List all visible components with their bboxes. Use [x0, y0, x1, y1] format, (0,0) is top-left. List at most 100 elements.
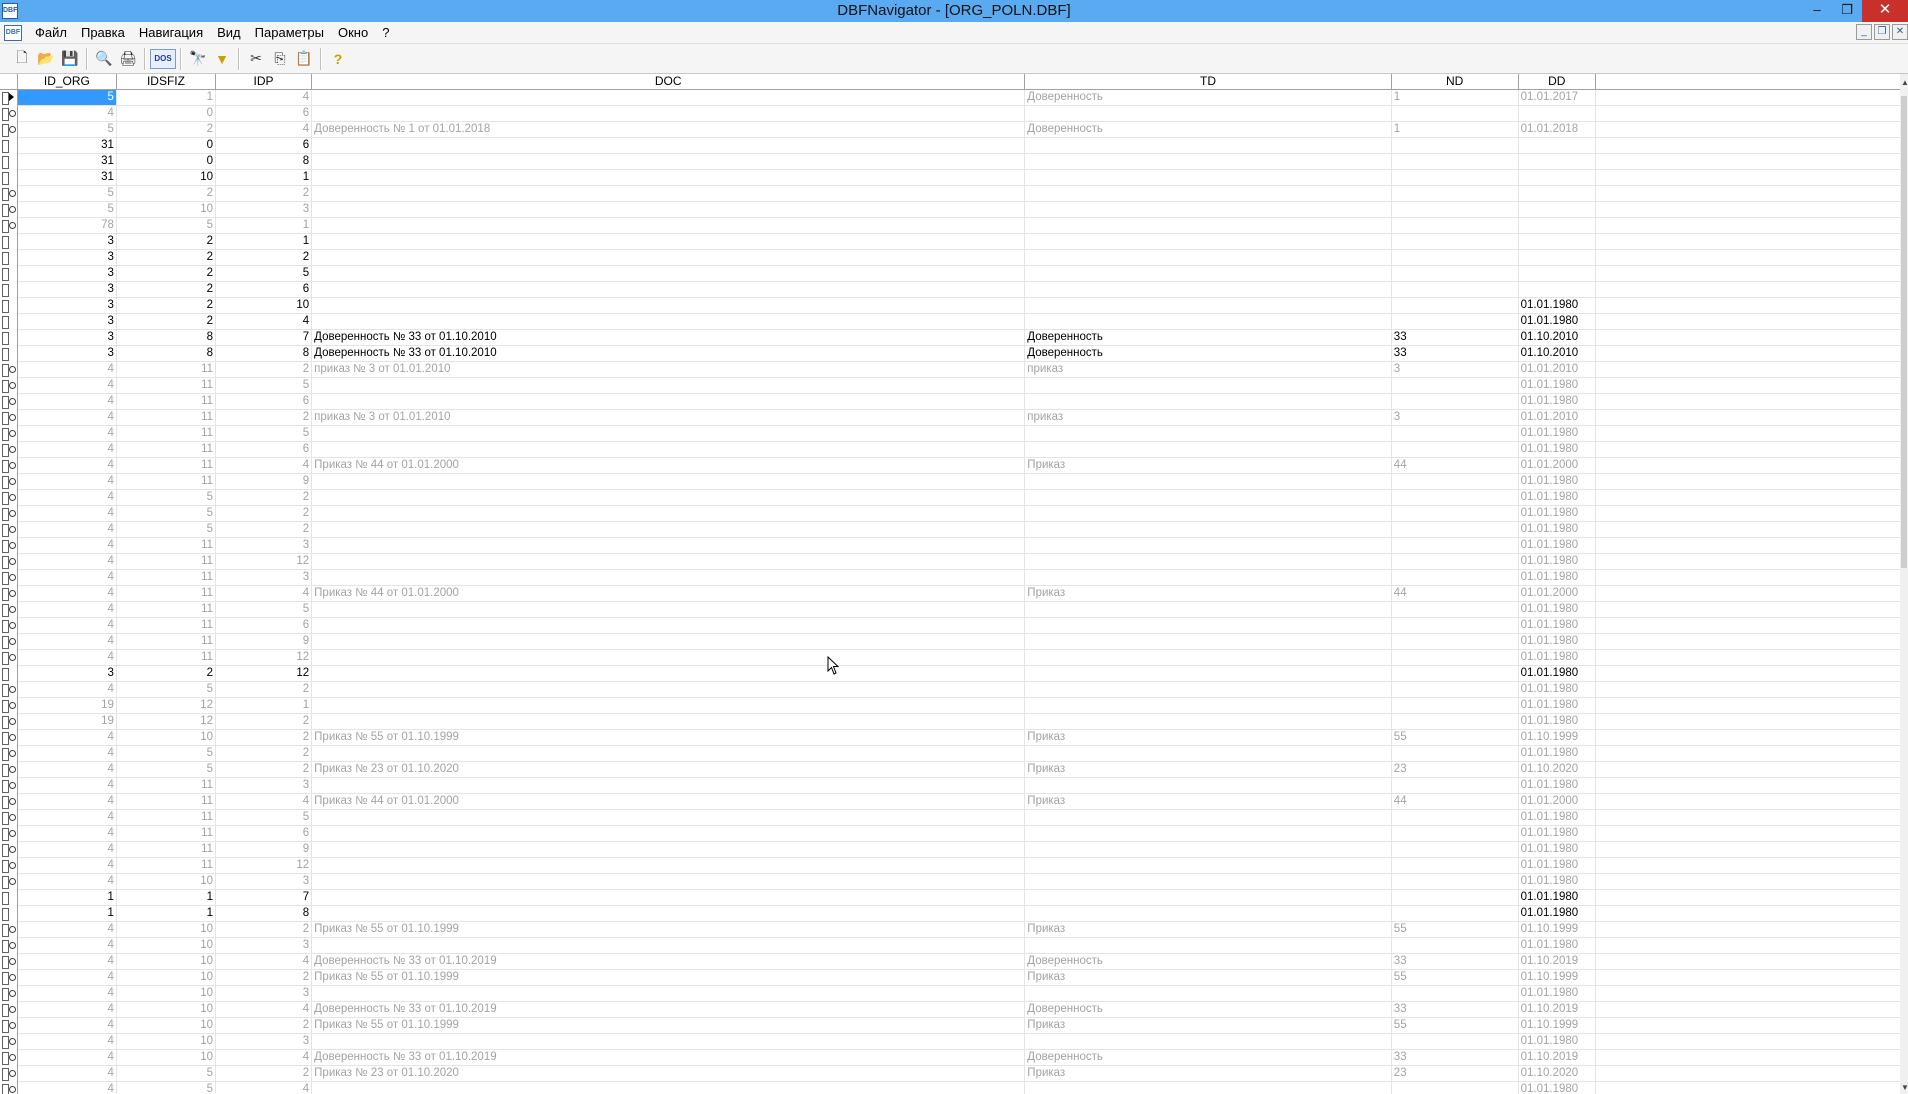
cell-id-org[interactable]: 4 [17, 362, 117, 378]
cell-doc[interactable] [312, 490, 1026, 506]
table-row[interactable]: 522 [0, 186, 1901, 202]
table-row[interactable]: 31 10 1 [0, 170, 1901, 186]
cell-idsfiz[interactable]: 10 [116, 170, 217, 186]
cell-idsfiz[interactable]: 11 [116, 538, 217, 554]
cell-doc[interactable] [312, 1082, 1026, 1094]
cell-idsfiz[interactable]: 11 [116, 586, 217, 602]
document-icon[interactable]: DBF [4, 24, 22, 41]
cell-id-org[interactable]: 3 [17, 314, 117, 330]
cell-doc[interactable] [312, 474, 1026, 490]
cell-dd[interactable]: 01.01.1980 [1518, 474, 1596, 490]
cell-idsfiz[interactable]: 10 [116, 938, 217, 954]
cell-dd[interactable]: 01.01.1980 [1518, 906, 1596, 922]
row-indicator-icon[interactable] [0, 106, 18, 122]
row-indicator-icon[interactable] [0, 906, 18, 922]
table-row[interactable]: 1 1 8 01.01.1980 [0, 906, 1901, 922]
cell-idp[interactable]: 8 [216, 906, 313, 922]
cell-dd[interactable]: 01.10.2010 [1518, 330, 1596, 346]
row-indicator-icon[interactable] [0, 666, 18, 682]
cell-doc[interactable]: Приказ № 55 от 01.10.1999 [312, 970, 1026, 986]
table-row[interactable]: 4 11 12 01.01.1980 [0, 858, 1901, 874]
cell-nd[interactable]: 55 [1391, 730, 1519, 746]
cell-td[interactable]: Доверенность [1025, 1002, 1392, 1018]
cell-idp[interactable]: 5 [216, 378, 313, 394]
row-indicator-icon[interactable] [0, 426, 18, 442]
table-row[interactable]: 4 10 2 Приказ № 55 от 01.10.1999 Приказ 55 01.… [0, 922, 1901, 938]
mdi-minimize-button[interactable]: _ [1856, 24, 1872, 40]
cell-td[interactable]: Приказ [1025, 1018, 1392, 1034]
new-file-icon[interactable]: 🗋 [10, 47, 34, 71]
cell-dd[interactable]: 01.01.1980 [1518, 426, 1596, 442]
data-grid[interactable]: ID_ORG IDSFIZ IDP DOC TD ND DD 5 1 4 Довере… [0, 74, 1908, 1094]
row-indicator-icon[interactable] [0, 1034, 18, 1050]
cell-dd[interactable]: 01.01.1980 [1518, 570, 1596, 586]
cell-id-org[interactable]: 4 [17, 938, 117, 954]
cell-dd[interactable]: 01.01.1980 [1518, 538, 1596, 554]
cell-idp[interactable]: 1 [216, 170, 313, 186]
find-binoculars-icon[interactable]: 🔭 [186, 47, 210, 71]
cell-idp[interactable]: 3 [216, 570, 313, 586]
cell-idp[interactable]: 2 [216, 490, 313, 506]
cell-id-org[interactable]: 4 [17, 794, 117, 810]
cell-td[interactable]: Приказ [1025, 1066, 1392, 1082]
cell-idp[interactable]: 4 [216, 794, 313, 810]
cell-doc[interactable] [312, 938, 1026, 954]
cell-td[interactable] [1025, 698, 1392, 714]
cell-idsfiz[interactable]: 10 [116, 954, 217, 970]
cell-idsfiz[interactable]: 11 [116, 570, 217, 586]
cell-td[interactable] [1025, 138, 1392, 154]
cell-idp[interactable]: 4 [216, 458, 313, 474]
cell-id-org[interactable]: 4 [17, 458, 117, 474]
cell-doc[interactable]: Доверенность № 33 от 01.10.2019 [312, 1050, 1026, 1066]
table-row[interactable]: 325 [0, 266, 1901, 282]
cell-td[interactable] [1025, 186, 1392, 202]
cell-td[interactable] [1025, 570, 1392, 586]
row-indicator-icon[interactable] [0, 186, 18, 202]
cell-id-org[interactable]: 4 [17, 474, 117, 490]
cell-idsfiz[interactable]: 12 [116, 698, 217, 714]
cell-id-org[interactable]: 4 [17, 1034, 117, 1050]
cell-idp[interactable]: 4 [216, 90, 313, 106]
cell-nd[interactable]: 23 [1391, 1066, 1519, 1082]
cell-dd[interactable]: 01.01.1980 [1518, 506, 1596, 522]
cell-idsfiz[interactable]: 1 [116, 890, 217, 906]
cell-nd[interactable]: 1 [1391, 122, 1519, 138]
row-indicator-icon[interactable] [0, 474, 18, 490]
cell-td[interactable] [1025, 602, 1392, 618]
row-indicator-icon[interactable] [0, 810, 18, 826]
cell-idsfiz[interactable]: 8 [116, 346, 217, 362]
cell-dd[interactable]: 01.01.1980 [1518, 650, 1596, 666]
copy-icon[interactable]: ⎘ [268, 47, 292, 71]
cell-dd[interactable]: 01.10.2020 [1518, 1066, 1596, 1082]
table-row[interactable]: 322 [0, 250, 1901, 266]
print-icon[interactable]: 🖨 [116, 47, 140, 71]
print-preview-icon[interactable]: 🔍 [92, 47, 116, 71]
cell-idp[interactable]: 2 [216, 730, 313, 746]
row-indicator-icon[interactable] [0, 170, 18, 186]
menu-parameters[interactable]: Параметры [248, 22, 331, 44]
cell-dd[interactable]: 01.10.2020 [1518, 762, 1596, 778]
cell-dd[interactable] [1518, 282, 1596, 298]
cell-nd[interactable] [1391, 490, 1519, 506]
table-row[interactable]: 4 11 2 приказ № 3 от 01.01.2010 приказ 3 01.01… [0, 362, 1901, 378]
cell-nd[interactable] [1391, 842, 1519, 858]
cell-nd[interactable] [1391, 874, 1519, 890]
cell-doc[interactable] [312, 698, 1026, 714]
cell-nd[interactable] [1391, 506, 1519, 522]
cell-idp[interactable]: 2 [216, 1018, 313, 1034]
table-row[interactable]: 4 11 3 01.01.1980 [0, 778, 1901, 794]
cell-nd[interactable] [1391, 474, 1519, 490]
row-indicator-icon[interactable] [0, 394, 18, 410]
cell-idsfiz[interactable]: 10 [116, 1034, 217, 1050]
filter-icon[interactable]: ▼ [210, 47, 234, 71]
cell-td[interactable] [1025, 938, 1392, 954]
row-indicator-icon[interactable] [0, 202, 18, 218]
cell-td[interactable]: Приказ [1025, 970, 1392, 986]
cell-nd[interactable] [1391, 266, 1519, 282]
cell-idp[interactable]: 3 [216, 874, 313, 890]
row-indicator-icon[interactable] [0, 778, 18, 794]
cell-nd[interactable] [1391, 746, 1519, 762]
table-row[interactable]: 4 11 3 01.01.1980 [0, 570, 1901, 586]
cell-td[interactable]: приказ [1025, 362, 1392, 378]
cell-nd[interactable] [1391, 810, 1519, 826]
